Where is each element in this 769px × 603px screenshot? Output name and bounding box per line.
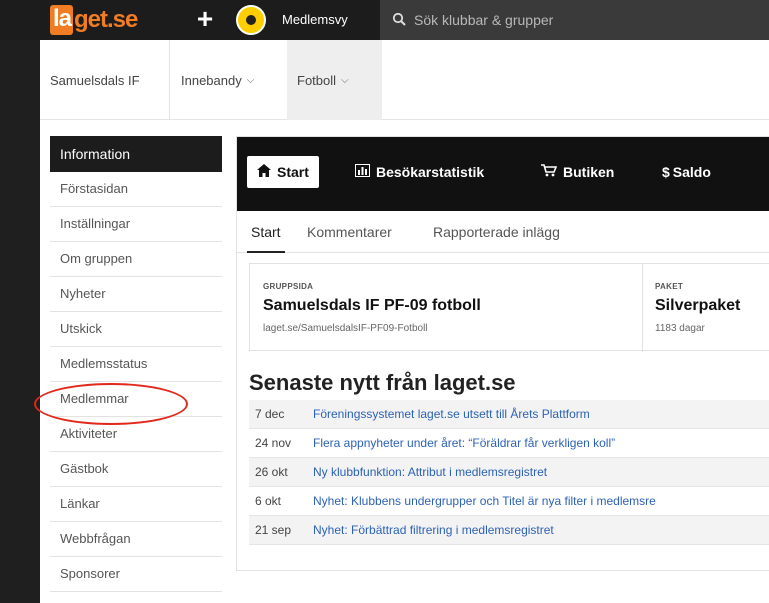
balance-button[interactable]: $ Saldo bbox=[662, 156, 711, 188]
group-page-url[interactable]: laget.se/SamuelsdalsIF-PF09-Fotboll bbox=[263, 323, 428, 334]
sidebar-item-forstasidan[interactable]: Förstasidan bbox=[50, 172, 222, 207]
nav-tab-fotboll[interactable]: Fotboll ⌵ bbox=[287, 40, 382, 120]
package-info: PAKET Silverpaket 1183 dagar bbox=[642, 264, 769, 352]
chevron-down-icon: ⌵ bbox=[341, 74, 349, 86]
search-icon bbox=[392, 12, 406, 29]
visitor-stats-label: Besökarstatistik bbox=[376, 164, 485, 180]
news-link[interactable]: Flera appnyheter under året: “Föräldrar … bbox=[313, 436, 615, 450]
tab-kommentarer[interactable]: Kommentarer bbox=[307, 211, 392, 253]
news-item: 6 okt Nyhet: Klubbens undergrupper och T… bbox=[249, 487, 769, 516]
sidebar-item-installningar[interactable]: Inställningar bbox=[50, 207, 222, 242]
news-date: 26 okt bbox=[255, 465, 288, 479]
start-button[interactable]: Start bbox=[247, 156, 319, 188]
news-heading: Senaste nytt från laget.se bbox=[249, 370, 516, 395]
news-date: 24 nov bbox=[255, 436, 292, 450]
sidebar-header[interactable]: Information bbox=[50, 136, 222, 172]
sidebar-item-aktiviteter[interactable]: Aktiviteter bbox=[50, 417, 222, 452]
main-content: Start Besökarstatistik Butiken $ Saldo S… bbox=[236, 136, 769, 571]
tab-start[interactable]: Start bbox=[247, 211, 285, 253]
group-page-info: GRUPPSIDA Samuelsdals IF PF-09 fotboll l… bbox=[250, 264, 642, 352]
news-item: 26 okt Ny klubbfunktion: Attribut i medl… bbox=[249, 458, 769, 487]
nav-tab-label: Fotboll bbox=[297, 72, 337, 88]
content-tabs: Start Kommentarer Rapporterade inlägg bbox=[237, 211, 769, 253]
search-box bbox=[380, 0, 769, 40]
start-label: Start bbox=[277, 164, 309, 180]
home-icon bbox=[257, 156, 271, 188]
news-date: 7 dec bbox=[255, 407, 285, 421]
sidebar-item-medlemsstatus[interactable]: Medlemsstatus bbox=[50, 347, 222, 382]
search-input[interactable] bbox=[414, 12, 714, 28]
shop-button[interactable]: Butiken bbox=[541, 156, 614, 188]
group-page-title: Samuelsdals IF PF-09 fotboll bbox=[263, 297, 481, 314]
news-link[interactable]: Ny klubbfunktion: Attribut i medlemsregi… bbox=[313, 465, 547, 479]
group-nav: Samuelsdals IF Innebandy ⌵ Fotboll ⌵ bbox=[40, 40, 769, 120]
news-link[interactable]: Nyhet: Förbättrad filtrering i medlemsre… bbox=[313, 523, 554, 537]
news-item: 21 sep Nyhet: Förbättrad filtrering i me… bbox=[249, 516, 769, 545]
member-view-button[interactable]: Medlemsvy bbox=[282, 12, 348, 27]
sidebar-item-om-gruppen[interactable]: Om gruppen bbox=[50, 242, 222, 277]
sidebar-item-utskick[interactable]: Utskick bbox=[50, 312, 222, 347]
sidebar-item-webbfragan[interactable]: Webbfrågan bbox=[50, 522, 222, 557]
sidebar: Information Förstasidan Inställningar Om… bbox=[50, 136, 222, 592]
news-item: 7 dec Föreningssystemet laget.se utsett … bbox=[249, 400, 769, 429]
group-page-label: GRUPPSIDA bbox=[263, 282, 314, 291]
news-link[interactable]: Nyhet: Klubbens undergrupper och Titel ä… bbox=[313, 494, 656, 508]
nav-tab-label: Samuelsdals IF bbox=[50, 72, 140, 88]
nav-tab-label: Innebandy bbox=[181, 72, 242, 88]
group-info-box: GRUPPSIDA Samuelsdals IF PF-09 fotboll l… bbox=[249, 263, 769, 352]
sidebar-item-lankar[interactable]: Länkar bbox=[50, 487, 222, 522]
laget-logo[interactable]: la get .se bbox=[50, 3, 138, 37]
visitor-stats-button[interactable]: Besökarstatistik bbox=[355, 156, 484, 188]
dollar-icon: $ bbox=[662, 164, 670, 180]
toolbar: Start Besökarstatistik Butiken $ Saldo bbox=[237, 137, 769, 211]
bar-chart-icon bbox=[355, 156, 370, 188]
tab-rapporterade-inlagg[interactable]: Rapporterade inlägg bbox=[433, 211, 560, 253]
news-date: 21 sep bbox=[255, 523, 292, 537]
package-label: PAKET bbox=[655, 282, 684, 291]
chevron-down-icon: ⌵ bbox=[246, 74, 255, 86]
logo-part-get: get bbox=[74, 6, 108, 33]
sidebar-item-medlemmar[interactable]: Medlemmar bbox=[50, 382, 222, 417]
shop-label: Butiken bbox=[563, 164, 615, 180]
nav-tab-samuelsdals-if[interactable]: Samuelsdals IF bbox=[40, 40, 170, 120]
club-badge-icon[interactable] bbox=[236, 5, 266, 35]
page: Samuelsdals IF Innebandy ⌵ Fotboll ⌵ Inf… bbox=[40, 40, 769, 603]
top-bar: la get .se + Medlemsvy bbox=[0, 0, 769, 40]
sidebar-item-gastbok[interactable]: Gästbok bbox=[50, 452, 222, 487]
logo-part-la: la bbox=[50, 5, 74, 35]
package-days: 1183 dagar bbox=[655, 323, 705, 334]
balance-label: Saldo bbox=[672, 164, 711, 180]
news-date: 6 okt bbox=[255, 494, 282, 508]
nav-tab-innebandy[interactable]: Innebandy ⌵ bbox=[171, 40, 286, 120]
plus-icon[interactable]: + bbox=[195, 5, 215, 33]
sidebar-item-nyheter[interactable]: Nyheter bbox=[50, 277, 222, 312]
logo-part-se: .se bbox=[107, 6, 138, 33]
sidebar-item-sponsorer[interactable]: Sponsorer bbox=[50, 557, 222, 592]
news-item: 24 nov Flera appnyheter under året: “För… bbox=[249, 429, 769, 458]
news-link[interactable]: Föreningssystemet laget.se utsett till Å… bbox=[313, 407, 590, 421]
cart-icon bbox=[541, 156, 558, 188]
package-title: Silverpaket bbox=[655, 297, 741, 314]
news-list: 7 dec Föreningssystemet laget.se utsett … bbox=[249, 400, 769, 545]
